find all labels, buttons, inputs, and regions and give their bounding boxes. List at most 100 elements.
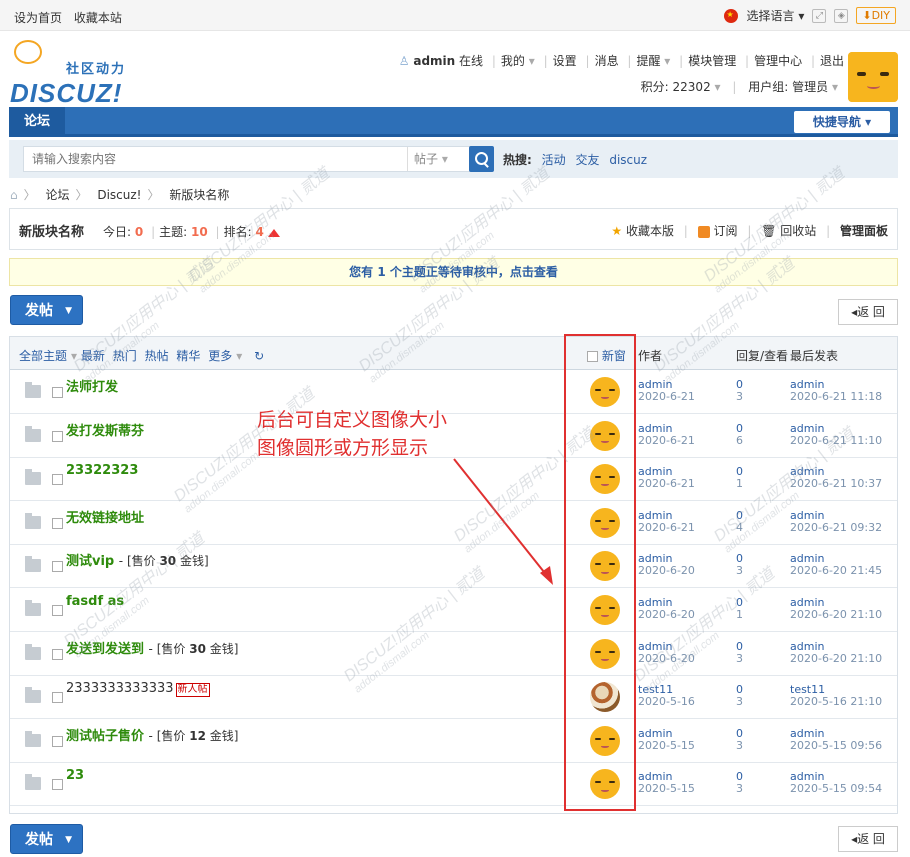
home-icon[interactable]: ⌂ [10, 188, 18, 202]
settings-link[interactable]: 设置 [553, 54, 577, 68]
filter-latest[interactable]: 最新 [81, 349, 105, 363]
breadcrumb-forum[interactable]: 论坛 [45, 188, 69, 202]
hot-term-discuz[interactable]: discuz [609, 153, 647, 167]
set-home-link[interactable]: 设为首页 [14, 11, 62, 25]
breadcrumb-discuz[interactable]: Discuz! [97, 188, 141, 202]
thread-checkbox[interactable] [52, 387, 63, 398]
thread-last-post[interactable]: admin 2020-6-21 11:10 [790, 422, 882, 447]
thread-last-post[interactable]: admin 2020-5-15 09:56 [790, 727, 882, 752]
thread-checkbox[interactable] [52, 735, 63, 747]
nav-tab-forum[interactable]: 论坛 [9, 107, 65, 137]
thread-author[interactable]: admin 2020-6-21 [638, 466, 695, 490]
logout-link[interactable]: 退出 [820, 54, 844, 68]
thread-checkbox[interactable] [52, 605, 63, 616]
my-link[interactable]: 我的 [501, 54, 525, 68]
usergroup-link[interactable]: 用户组: 管理员 [748, 80, 828, 94]
thread-row[interactable]: 发送到发送到 - [售价 30 金钱] admin 2020-6-20 0 3 admin… [10, 633, 897, 676]
thread-row[interactable]: 法师打发 admin 2020-6-21 0 3 admin 2020-6-21 11:18 [10, 371, 897, 414]
thread-last-post[interactable]: admin 2020-6-21 10:37 [790, 466, 882, 490]
thread-checkbox[interactable] [52, 648, 63, 660]
thread-checkbox[interactable] [52, 474, 63, 486]
reminders-link[interactable]: 提醒 [636, 54, 660, 68]
thread-last-post[interactable]: admin 2020-6-20 21:10 [790, 640, 882, 665]
thread-checkbox[interactable] [52, 692, 63, 704]
search-input[interactable] [23, 146, 471, 172]
diy-button[interactable]: ⬇DIY [856, 7, 896, 24]
back-button-bottom[interactable]: ◂返 回 [838, 826, 898, 852]
refresh-icon[interactable]: ↻ [254, 349, 264, 363]
points-link[interactable]: 积分: 22302 [641, 80, 711, 94]
filter-all[interactable]: 全部主题 [19, 349, 67, 363]
thread-counts: 01 [736, 596, 743, 621]
thread-title[interactable]: 发送到发送到 - [售价 30 金钱] [66, 638, 238, 657]
thread-row[interactable]: 测试帖子售价 - [售价 12 金钱] admin 2020-5-15 0 3 admin… [10, 720, 897, 763]
filter-digest[interactable]: 精华 [176, 349, 200, 363]
thread-title[interactable]: fasdf as [66, 594, 124, 609]
thread-last-post[interactable]: admin 2020-6-21 11:18 [790, 379, 882, 403]
thread-last-post[interactable]: admin 2020-6-21 09:32 [790, 509, 882, 534]
thread-checkbox[interactable] [52, 779, 63, 791]
recycle-bin-link[interactable]: 回收站 [780, 224, 816, 238]
thread-title[interactable]: 法师打发 [66, 376, 118, 395]
pending-review-notice[interactable]: 您有 1 个主题正等待审核中，点击查看 [9, 258, 898, 286]
favorite-forum-link[interactable]: 收藏本版 [626, 224, 674, 238]
messages-link[interactable]: 消息 [595, 54, 619, 68]
admin-center-link[interactable]: 管理中心 [754, 54, 802, 68]
last-post-column-header: 最后发表 [790, 349, 839, 363]
thread-checkbox[interactable] [52, 430, 63, 442]
thread-row[interactable]: 23 admin 2020-5-15 0 3 admin 2020-5-15 09:54 [10, 763, 897, 807]
hot-term-activity[interactable]: 活动 [542, 153, 566, 167]
post-button-bottom[interactable]: 发帖 ▼ [10, 824, 83, 854]
thread-checkbox[interactable] [52, 517, 63, 529]
favorite-site-link[interactable]: 收藏本站 [74, 11, 122, 25]
thread-author[interactable]: admin 2020-5-15 [638, 771, 695, 795]
site-logo[interactable]: 社区动力 DISCUZ! [10, 40, 140, 108]
thread-row[interactable]: 2333333333333 新人帖 test11 2020-5-16 0 3 test11 2… [10, 676, 897, 720]
language-select[interactable]: 选择语言 ▾ [746, 7, 804, 24]
thread-checkbox[interactable] [52, 561, 63, 573]
search-button[interactable] [469, 146, 494, 172]
thread-author[interactable]: admin 2020-6-21 [638, 509, 695, 534]
back-button-top[interactable]: ◂返 回 [838, 299, 898, 325]
thread-last-post[interactable]: admin 2020-6-20 21:10 [790, 597, 882, 621]
folder-icon [25, 687, 41, 704]
thread-author[interactable]: admin 2020-6-20 [638, 597, 695, 621]
breadcrumb-current[interactable]: 新版块名称 [169, 188, 229, 202]
search-type-select[interactable]: 帖子 ▾ [407, 147, 467, 171]
theme-icon[interactable]: ◈ [834, 8, 849, 23]
thread-title[interactable]: 2333333333333 新人帖 [66, 681, 210, 698]
folder-icon [25, 382, 41, 398]
thread-title[interactable]: 测试vip - [售价 30 金钱] [66, 550, 209, 569]
filter-more[interactable]: 更多 [208, 349, 232, 363]
subscribe-link[interactable]: 订阅 [713, 224, 737, 238]
thread-title[interactable]: 测试帖子售价 - [售价 12 金钱] [66, 725, 238, 744]
thread-author[interactable]: admin 2020-6-21 [638, 379, 695, 403]
thread-title[interactable]: 无效链接地址 [66, 507, 144, 526]
filter-hot-threads[interactable]: 热帖 [145, 349, 169, 363]
thread-author[interactable]: test11 2020-5-16 [638, 684, 695, 708]
thread-price: - [售价 30 金钱] [118, 554, 209, 569]
post-button-top[interactable]: 发帖 ▼ [10, 295, 83, 325]
thread-author[interactable]: admin 2020-6-20 [638, 553, 695, 577]
username-link[interactable]: admin [413, 54, 455, 68]
thread-title[interactable]: 23 [66, 768, 84, 783]
thread-author[interactable]: admin 2020-6-20 [638, 640, 695, 665]
thread-last-post[interactable]: admin 2020-6-20 21:45 [790, 553, 882, 577]
filter-hot[interactable]: 热门 [113, 349, 137, 363]
thread-last-post[interactable]: admin 2020-5-15 09:54 [790, 771, 882, 795]
quick-nav-button[interactable]: 快捷导航 ▾ [794, 111, 890, 133]
fullscreen-icon[interactable]: ⤢ [812, 8, 827, 23]
thread-title[interactable]: 发打发斯蒂芬 [66, 420, 144, 439]
thread-row[interactable]: 发打发斯蒂芬 admin 2020-6-21 0 6 admin 2020-6-21 11:… [10, 415, 897, 458]
thread-title[interactable]: 23322323 [66, 463, 138, 478]
module-admin-link[interactable]: 模块管理 [688, 54, 736, 68]
thread-counts: 06 [736, 421, 743, 447]
thread-author[interactable]: admin 2020-6-21 [638, 422, 695, 447]
thread-last-post[interactable]: test11 2020-5-16 21:10 [790, 684, 882, 708]
user-avatar[interactable] [848, 52, 898, 102]
thread-row[interactable]: fasdf as admin 2020-6-20 0 1 admin 2020-6-20 2… [10, 589, 897, 632]
new-user-badge: 新人帖 [175, 683, 210, 698]
thread-author[interactable]: admin 2020-5-15 [638, 727, 695, 752]
admin-panel-link[interactable]: 管理面板 [840, 224, 888, 238]
hot-term-friends[interactable]: 交友 [575, 153, 599, 167]
